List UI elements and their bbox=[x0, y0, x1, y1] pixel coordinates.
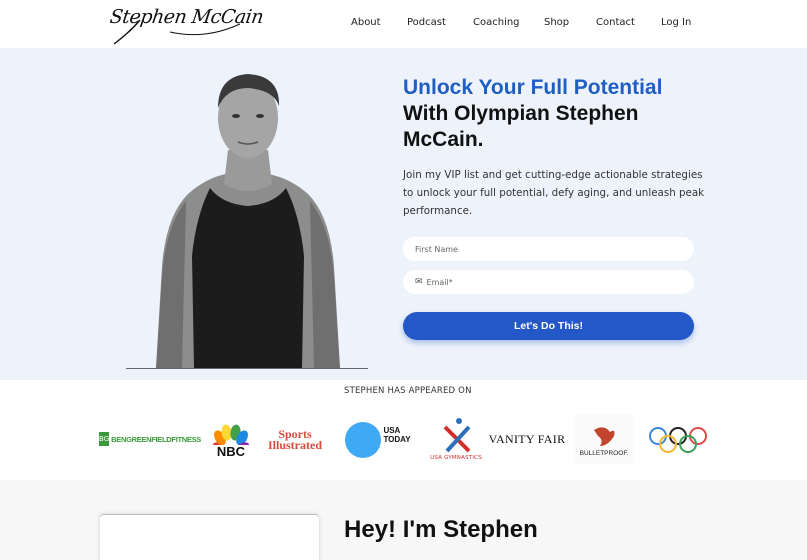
portrait-baseline bbox=[126, 368, 368, 369]
vanityfair-wordmark: VANITY FAIR bbox=[488, 431, 566, 446]
about-section: Hey! I'm Stephen bbox=[0, 480, 807, 560]
vanity-fair-logo: VANITY FAIR bbox=[489, 430, 565, 448]
first-name-input[interactable] bbox=[415, 244, 665, 254]
signup-button[interactable]: Let's Do This! bbox=[403, 312, 694, 340]
usatoday-line1: USA bbox=[383, 426, 401, 435]
hero-section: Unlock Your Full Potential With Olympian… bbox=[0, 48, 807, 380]
headline-highlight: Unlock Your Full Potential bbox=[403, 76, 663, 99]
about-video-card[interactable] bbox=[100, 514, 319, 560]
first-name-field[interactable] bbox=[403, 237, 694, 261]
nbc-logo: NBC bbox=[210, 420, 252, 460]
si-wordmark-line2: Illustrated bbox=[268, 438, 322, 452]
site-header: Stephen McCain About Podcast Coaching Sh… bbox=[0, 0, 807, 48]
email-input[interactable] bbox=[426, 277, 677, 287]
nav-login[interactable]: Log In bbox=[661, 17, 691, 28]
bengreenfield-wordmark: BENGREENFIELDFITNESS bbox=[111, 434, 201, 444]
bird-icon bbox=[594, 426, 615, 446]
hero-headline: Unlock Your Full Potential With Olympian… bbox=[403, 75, 703, 153]
nbc-wordmark: NBC bbox=[216, 443, 246, 459]
stephen-portrait-image bbox=[156, 74, 340, 368]
nav-shop[interactable]: Shop bbox=[544, 17, 569, 28]
olympic-rings-logo bbox=[648, 426, 708, 454]
usa-today-circle-icon bbox=[345, 422, 382, 458]
gymnast-icon bbox=[443, 418, 471, 453]
bulletproof-wordmark: BULLETPROOF. bbox=[579, 449, 629, 457]
nav-about[interactable]: About bbox=[351, 17, 381, 28]
press-title: STEPHEN HAS APPEARED ON bbox=[344, 386, 472, 396]
headline-rest: With Olympian Stephen McCain. bbox=[403, 102, 639, 151]
peacock-icon bbox=[212, 424, 250, 445]
usatoday-line2: TODAY bbox=[383, 435, 411, 444]
main-nav: About Podcast Coaching Shop Contact Log … bbox=[0, 17, 807, 31]
nav-coaching[interactable]: Coaching bbox=[473, 17, 520, 28]
nav-contact[interactable]: Contact bbox=[596, 17, 635, 28]
bengreenfield-logo: BG BENGREENFIELDFITNESS bbox=[99, 430, 201, 448]
bg-mark-icon: BG bbox=[99, 432, 110, 446]
usa-today-logo: USA TODAY bbox=[342, 422, 414, 458]
olympic-rings-icon bbox=[649, 427, 707, 453]
sports-illustrated-logo: Sports Illustrated bbox=[264, 428, 326, 452]
about-title: Hey! I'm Stephen bbox=[344, 516, 538, 543]
nav-podcast[interactable]: Podcast bbox=[407, 17, 446, 28]
usagym-wordmark: USA GYMNASTICS. bbox=[430, 455, 484, 461]
email-field[interactable]: ✉ bbox=[403, 270, 694, 294]
envelope-icon: ✉ bbox=[415, 277, 423, 287]
usa-gymnastics-logo: USA GYMNASTICS. bbox=[424, 414, 490, 464]
hero-subtext: Join my VIP list and get cutting-edge ac… bbox=[403, 169, 705, 217]
press-section: STEPHEN HAS APPEARED ON BG BENGREENFIELD… bbox=[0, 380, 807, 480]
bulletproof-logo: BULLETPROOF. bbox=[574, 414, 634, 464]
